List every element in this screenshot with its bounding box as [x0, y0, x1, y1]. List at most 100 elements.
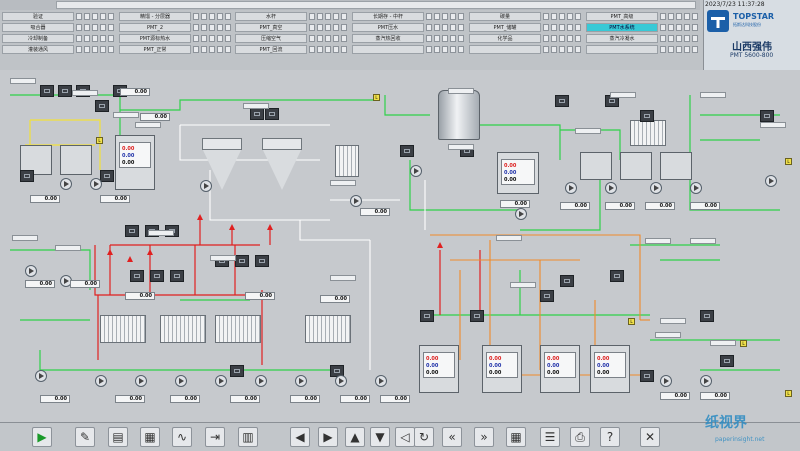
alarm-ack-button[interactable]: [325, 46, 331, 53]
pump-icon[interactable]: [200, 180, 212, 192]
alarm-ack-button[interactable]: [450, 24, 456, 31]
alarm-ack-button[interactable]: [551, 13, 557, 20]
instrument-tag[interactable]: [210, 255, 236, 261]
alarm-ack-button[interactable]: [317, 24, 323, 31]
alarm-ack-button[interactable]: [692, 24, 698, 31]
alarm-ack-button[interactable]: [567, 35, 573, 42]
alarm-ack-button[interactable]: [426, 24, 432, 31]
alarm-ack-button[interactable]: [333, 13, 339, 20]
instrument-tag[interactable]: [148, 230, 174, 236]
alarm-ack-button[interactable]: [543, 24, 549, 31]
alarm-cell[interactable]: 精馏 - 分层器: [119, 12, 191, 21]
alarm-ack-button[interactable]: [341, 24, 347, 31]
alarm-ack-button[interactable]: [209, 46, 215, 53]
instrument-tag[interactable]: [660, 318, 686, 324]
heat-exchanger-b[interactable]: [160, 315, 206, 343]
motor-device-icon[interactable]: [235, 255, 249, 267]
alarm-ack-button[interactable]: [217, 35, 223, 42]
alarm-ack-button[interactable]: [100, 13, 106, 20]
pump-icon[interactable]: [175, 375, 187, 387]
alarm-ack-button[interactable]: [668, 13, 674, 20]
alarm-ack-button[interactable]: [450, 46, 456, 53]
alarm-cell[interactable]: 碳量: [469, 12, 541, 21]
alarm-ack-button[interactable]: [193, 35, 199, 42]
pump-icon[interactable]: [410, 165, 422, 177]
alarm-ack-button[interactable]: [84, 46, 90, 53]
alarm-ack-button[interactable]: [450, 13, 456, 20]
alarm-ack-button[interactable]: [225, 24, 231, 31]
pump-icon[interactable]: [650, 182, 662, 194]
instrument-tag[interactable]: [10, 78, 36, 84]
alarm-ack-button[interactable]: [676, 46, 682, 53]
heat-exchanger-d[interactable]: [305, 315, 351, 343]
motor-device-icon[interactable]: [720, 355, 734, 367]
alarm-ack-button[interactable]: [341, 35, 347, 42]
instrument-tag[interactable]: [575, 128, 601, 134]
alarm-ack-button[interactable]: [668, 46, 674, 53]
alarm-ack-button[interactable]: [458, 13, 464, 20]
alarm-ack-button[interactable]: [100, 24, 106, 31]
alarm-cell[interactable]: 灌装通风: [2, 45, 74, 54]
alarm-ack-button[interactable]: [92, 24, 98, 31]
alarm-ack-button[interactable]: [76, 24, 82, 31]
heat-exchanger-c[interactable]: [215, 315, 261, 343]
alarm-cell[interactable]: 水杆: [235, 12, 307, 21]
pump-icon[interactable]: [35, 370, 47, 382]
print-icon[interactable]: ⎙: [570, 427, 590, 447]
alarm-ack-button[interactable]: [217, 24, 223, 31]
alarm-cell[interactable]: 蒸汽冷凝水: [586, 34, 658, 43]
prev-icon[interactable]: «: [442, 427, 462, 447]
instrument-tag[interactable]: [645, 238, 671, 244]
alarm-ack-button[interactable]: [108, 13, 114, 20]
alarm-ack-button[interactable]: [209, 35, 215, 42]
alarm-ack-button[interactable]: [201, 24, 207, 31]
alarm-cell[interactable]: 化学品: [469, 34, 541, 43]
alarm-ack-button[interactable]: [92, 46, 98, 53]
forward-icon[interactable]: ▶: [318, 427, 338, 447]
vessel-panel-10[interactable]: [620, 152, 652, 180]
instrument-tag[interactable]: [710, 340, 736, 346]
left-icon[interactable]: ◁: [395, 427, 415, 447]
alarm-cell[interactable]: 长期存 - 中杆: [352, 12, 424, 21]
storage-tank-main[interactable]: [438, 90, 480, 140]
pump-icon[interactable]: [565, 182, 577, 194]
motor-device-icon[interactable]: [40, 85, 54, 97]
alarm-ack-button[interactable]: [684, 24, 690, 31]
alarm-ack-button[interactable]: [692, 46, 698, 53]
help-icon[interactable]: ?: [600, 427, 620, 447]
alarm-ack-button[interactable]: [76, 46, 82, 53]
motor-device-icon[interactable]: [250, 108, 264, 120]
alarm-cell[interactable]: PMT_正常: [119, 45, 191, 54]
alarm-cell[interactable]: 吸合器: [2, 23, 74, 32]
alarm-ack-button[interactable]: [325, 35, 331, 42]
alarm-ack-button[interactable]: [201, 35, 207, 42]
report-icon[interactable]: ▥: [238, 427, 258, 447]
alarm-ack-button[interactable]: [684, 35, 690, 42]
instrument-tag[interactable]: [55, 245, 81, 251]
alarm-ack-button[interactable]: [217, 46, 223, 53]
motor-device-icon[interactable]: [610, 270, 624, 282]
vessel-panel-11[interactable]: [660, 152, 692, 180]
alarm-ack-button[interactable]: [676, 24, 682, 31]
instrument-tag[interactable]: [760, 122, 786, 128]
alarm-ack-button[interactable]: [458, 24, 464, 31]
alarm-cell[interactable]: 压缩空气: [235, 34, 307, 43]
alarm-ack-button[interactable]: [684, 13, 690, 20]
motor-device-icon[interactable]: [420, 310, 434, 322]
refresh-icon[interactable]: ↻: [414, 427, 434, 447]
pump-icon[interactable]: [295, 375, 307, 387]
pump-icon[interactable]: [25, 265, 37, 277]
alarm-ack-button[interactable]: [559, 24, 565, 31]
trend-icon[interactable]: ∿: [172, 427, 192, 447]
vessel-panel-4[interactable]: 0.00 0.00 0.00: [482, 345, 522, 393]
alarm-cell[interactable]: [469, 45, 541, 54]
alarm-ack-button[interactable]: [92, 35, 98, 42]
alarm-ack-button[interactable]: [193, 24, 199, 31]
folder-icon[interactable]: ▤: [108, 427, 128, 447]
alarm-ack-button[interactable]: [309, 13, 315, 20]
alarm-ack-button[interactable]: [426, 46, 432, 53]
alarm-ack-button[interactable]: [325, 24, 331, 31]
grid-icon[interactable]: ▦: [506, 427, 526, 447]
alarm-ack-button[interactable]: [317, 46, 323, 53]
instrument-tag[interactable]: [700, 92, 726, 98]
